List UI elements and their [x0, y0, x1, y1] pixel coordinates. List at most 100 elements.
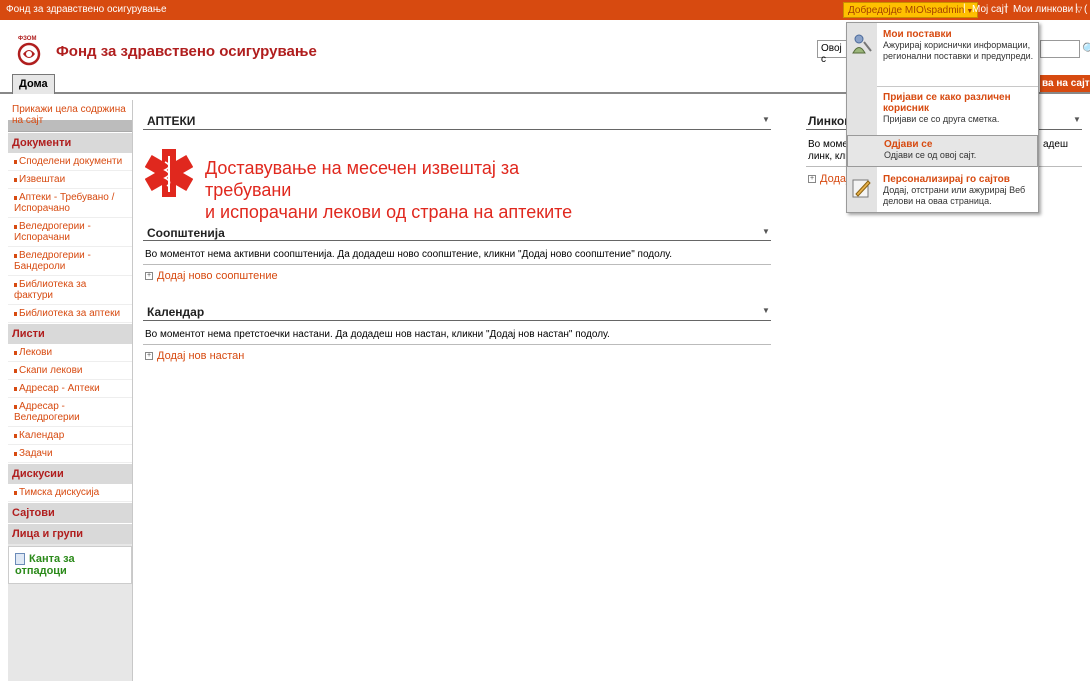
welcome-menu-button[interactable]: Добредојде MIO\spadmin ▼ [843, 2, 979, 18]
fzom-logo-icon [17, 42, 41, 66]
announcements-empty-message: Во моментот нема активни соопштенија. Да… [145, 249, 673, 260]
nav-header-people-groups[interactable]: Лица и групи [8, 523, 132, 544]
calendar-empty-message: Во моментот нема претстоечки настани. Да… [145, 329, 610, 340]
nav-item-label: Адресар - Аптеки [19, 383, 100, 394]
bullet-icon [14, 369, 17, 373]
nav-item-label: Календар [19, 430, 65, 441]
nav-item[interactable]: Задачи [8, 445, 132, 463]
menu-item-personalize-page[interactable]: Персонализирај го сајтов Додај, отстрани… [847, 174, 1038, 207]
nav-item[interactable]: Скапи лекови [8, 362, 132, 380]
bullet-icon [14, 452, 17, 456]
add-announcement-link[interactable]: + Додај ново соопштение [145, 270, 278, 282]
welcome-dropdown-menu: Мои поставки Ажурирај кориснички информа… [846, 22, 1039, 213]
menu-item-sign-out[interactable]: Одјави се Одјави се од овој сајт. [847, 135, 1038, 167]
bullet-icon [14, 351, 17, 355]
nav-item[interactable]: Тимска дискусија [8, 484, 132, 502]
menu-item-desc: Додај, отстрани или ажурирај Веб делови … [883, 185, 1026, 206]
bullet-icon [14, 160, 17, 164]
recycle-bin-icon [15, 553, 25, 566]
nav-item[interactable]: Библиотека за аптеки [8, 305, 132, 323]
apteki-banner-text: Доставување на месечен извештај за требу… [205, 157, 605, 223]
webpart-menu-icon[interactable]: ▼ [1073, 115, 1081, 124]
webpart-title-rule [143, 320, 771, 321]
overflow-text: ( [1084, 4, 1088, 15]
divider [143, 344, 771, 345]
bullet-icon [14, 254, 17, 258]
nav-item-label: Споделени документи [19, 156, 123, 167]
user-settings-icon [852, 34, 872, 54]
welcome-label: Добредојде MIO\spadmin [848, 5, 965, 16]
add-icon: + [145, 352, 153, 361]
add-link-link[interactable]: + Додај [808, 173, 848, 185]
add-link-label: Додај [820, 173, 849, 185]
nav-item-label: Аптеки - Требувано / Испорачано [14, 192, 115, 214]
bullet-icon [14, 225, 17, 229]
logo-caption: ФЗОМ [18, 36, 37, 42]
add-event-link[interactable]: + Додај нов настан [145, 350, 244, 362]
site-name-link[interactable]: Фонд за здравствено осигурување [6, 4, 167, 15]
menu-item-title: Одјави се [884, 139, 933, 150]
nav-header-discussions[interactable]: Дискусии [8, 463, 132, 484]
webpart-title-rule [143, 129, 771, 130]
nav-item[interactable]: Лекови [8, 344, 132, 362]
add-icon: + [145, 272, 153, 281]
nav-item-label: Веледрогерии - Бандероли [14, 250, 91, 272]
menu-item-title: Мои поставки [883, 29, 952, 40]
star-of-life-icon [145, 149, 193, 197]
nav-item[interactable]: Аптеки - Требувано / Испорачано [8, 189, 132, 218]
my-site-link[interactable]: Мој сајт [972, 4, 1008, 15]
webpart-menu-icon[interactable]: ▼ [762, 227, 770, 236]
page-title: Фонд за здравствено осигурување [56, 43, 317, 60]
menu-item-sign-in-different-user[interactable]: Пријави се како различен корисник Пријав… [847, 92, 1038, 125]
nav-item-label: Адресар - Веледрогерии [14, 401, 80, 423]
webpart-title-calendar: Календар [147, 305, 205, 319]
view-all-site-content-link[interactable]: Прикажи цела содржина на сајт [8, 100, 132, 132]
separator: | [1005, 3, 1008, 14]
my-links-link[interactable]: Мои линкови ▽ [1013, 4, 1082, 15]
tab-home[interactable]: Дома [12, 74, 55, 94]
menu-item-my-settings[interactable]: Мои поставки Ажурирај кориснички информа… [847, 29, 1038, 62]
separator: | [963, 3, 966, 14]
divider [143, 264, 771, 265]
nav-item[interactable]: Библиотека за фактури [8, 276, 132, 305]
search-input[interactable] [1040, 40, 1080, 58]
nav-item[interactable]: Календар [8, 427, 132, 445]
bullet-icon [14, 387, 17, 391]
links-message-2: линк, кли [808, 151, 851, 162]
bullet-icon [14, 196, 17, 200]
menu-item-title: Персонализирај го сајтов [883, 174, 1010, 185]
recycle-bin-link[interactable]: Канта за отпадоци [8, 546, 132, 585]
quick-launch: Прикажи цела содржина на сајт Документи … [8, 100, 133, 681]
menu-item-title: Пријави се како различен корисник [883, 92, 1011, 114]
webpart-title-rule [143, 240, 771, 241]
my-links-label: Мои линкови [1013, 4, 1074, 15]
webpart-menu-icon[interactable]: ▼ [762, 115, 770, 124]
nav-item[interactable]: Извештаи [8, 171, 132, 189]
nav-header-lists[interactable]: Листи [8, 323, 132, 344]
nav-item-label: Библиотека за фактури [14, 279, 87, 301]
bullet-icon [14, 491, 17, 495]
menu-item-desc: Одјави се од овој сајт. [884, 150, 977, 160]
nav-item[interactable]: Адресар - Аптеки [8, 380, 132, 398]
nav-header-sites[interactable]: Сајтови [8, 502, 132, 523]
add-announcement-label: Додај ново соопштение [157, 270, 278, 282]
webpart-menu-icon[interactable]: ▼ [762, 306, 770, 315]
nav-item-label: Извештаи [19, 174, 66, 185]
search-icon[interactable]: 🔍 [1082, 42, 1090, 56]
webpart-title-apteki: АПТЕКИ [147, 114, 196, 128]
edit-page-icon [852, 179, 871, 198]
nav-item[interactable]: Веледрогерии - Бандероли [8, 247, 132, 276]
menu-item-desc: Пријави се со друга сметка. [883, 114, 1000, 124]
separator: | [1075, 3, 1078, 14]
nav-header-documents[interactable]: Документи [8, 132, 132, 153]
nav-item-label: Тимска дискусија [19, 487, 100, 498]
add-event-label: Додај нов настан [157, 350, 245, 362]
bullet-icon [14, 434, 17, 438]
bullet-icon [14, 405, 17, 409]
nav-item[interactable]: Споделени документи [8, 153, 132, 171]
nav-item[interactable]: Адресар - Веледрогерии [8, 398, 132, 427]
nav-item[interactable]: Веледрогерии - Испорачани [8, 218, 132, 247]
banner-line-2: и испорачани лекови од страна на аптекит… [205, 202, 573, 222]
nav-item-label: Лекови [19, 347, 53, 358]
search-scope-select[interactable]: Овој с [817, 40, 849, 65]
